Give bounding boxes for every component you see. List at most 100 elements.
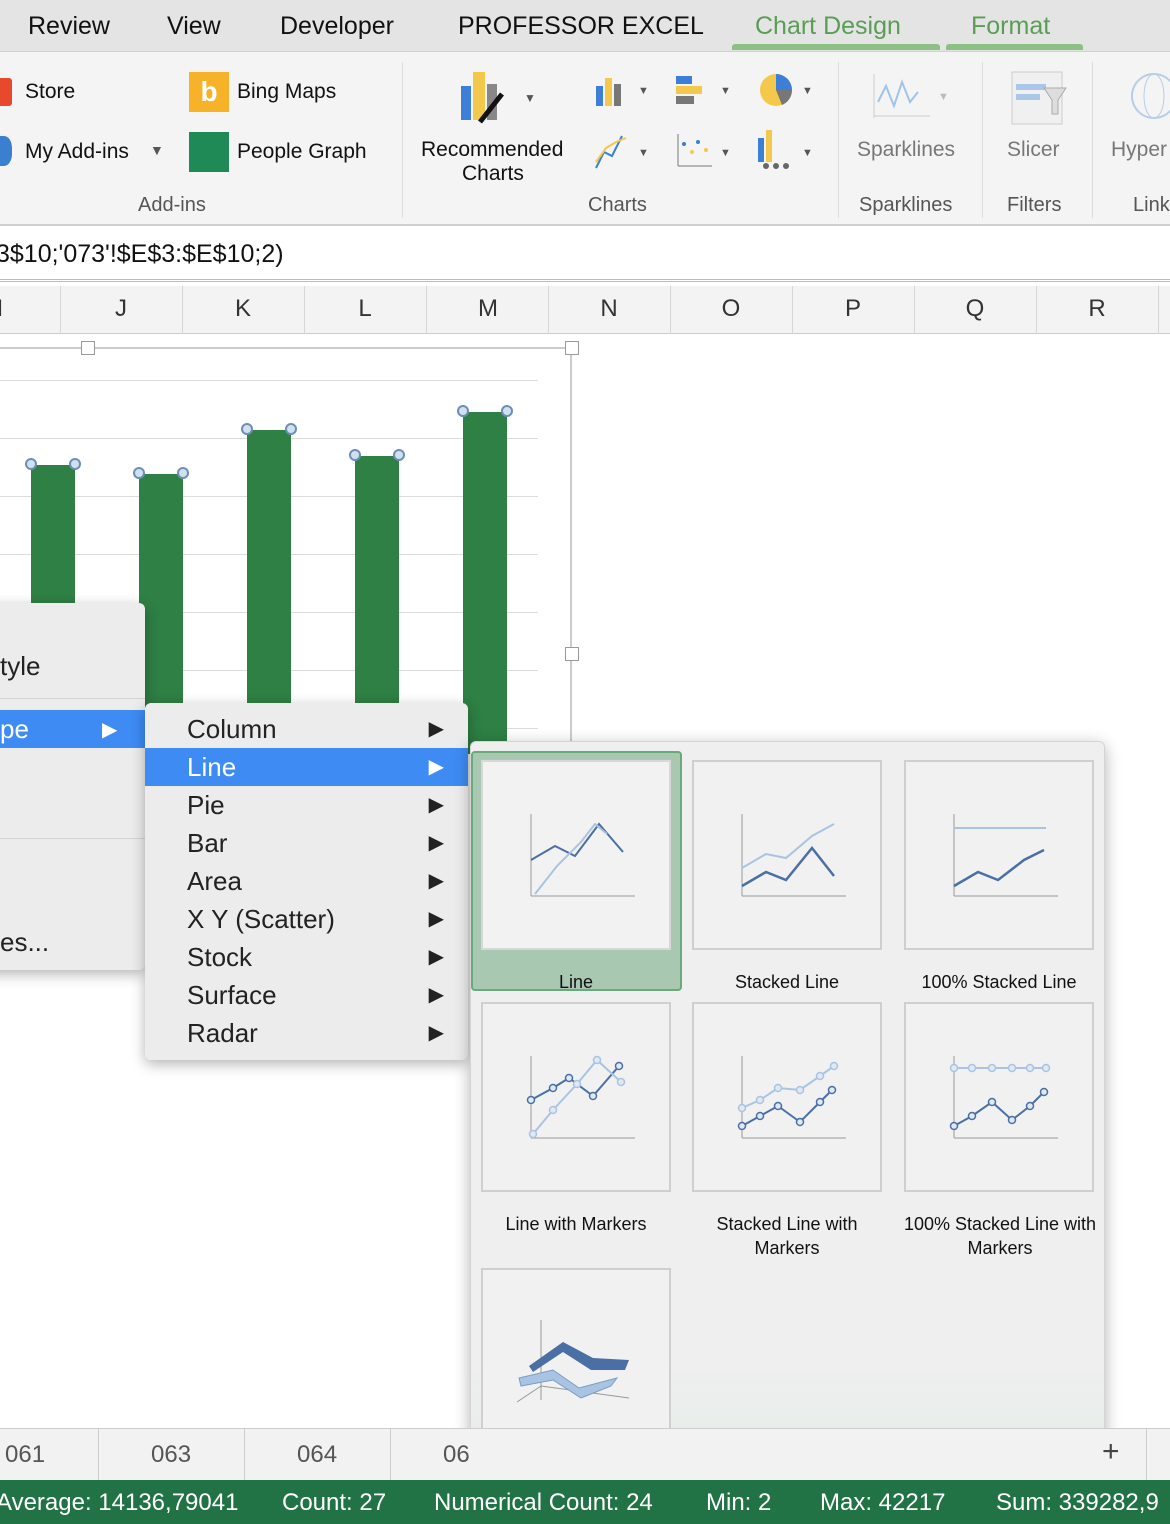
submenu-arrow-icon: ▶ <box>428 718 444 740</box>
divider <box>838 62 839 218</box>
submenu-arrow-icon: ▶ <box>102 719 118 741</box>
column-header-m[interactable]: M <box>427 295 549 323</box>
chart-type-submenu: Column ▶ Line ▶ Pie ▶ Bar ▶ Area ▶ X Y (Scatter) ▶ S… <box>145 703 468 1060</box>
gallery-item-label: Line <box>558 972 594 992</box>
gallery-item-line[interactable] <box>481 760 671 950</box>
submenu-item-x-y-scatter-[interactable]: X Y (Scatter) ▶ <box>145 900 468 938</box>
selection-handle[interactable] <box>133 467 145 479</box>
column-header-n[interactable]: N <box>548 295 670 323</box>
selection-handle[interactable] <box>177 467 189 479</box>
submenu-item-label: Pie <box>187 790 225 820</box>
column-header-q[interactable]: Q <box>914 295 1036 323</box>
column-header-i[interactable]: I <box>0 295 61 323</box>
recommended-charts-icon[interactable]: ▼ <box>458 70 538 130</box>
sparklines-button[interactable]: Sparklines <box>857 138 955 162</box>
sparklines-group-label: Sparklines <box>859 194 953 216</box>
menu-item-change-style[interactable]: tyle <box>0 651 40 682</box>
chart-design-indicator <box>732 44 940 50</box>
context-menu: tyle pe ▶ es... <box>0 603 145 970</box>
my-add-ins-button[interactable]: My Add-ins <box>25 140 129 164</box>
gallery-item-100-stacked-line-with-markers[interactable] <box>904 1002 1094 1192</box>
divider <box>402 62 403 218</box>
add-sheet-button[interactable]: + <box>1102 1435 1120 1469</box>
store-icon <box>0 78 12 106</box>
recommended-charts-label-1[interactable]: Recommended <box>421 138 563 162</box>
svg-text:▼: ▼ <box>638 147 649 159</box>
sparklines-icon[interactable]: ▼ <box>870 72 950 122</box>
column-header-o[interactable]: O <box>670 295 792 323</box>
selection-handle[interactable] <box>349 449 361 461</box>
submenu-item-label: Radar <box>187 1018 258 1048</box>
selection-handle[interactable] <box>69 458 81 470</box>
column-header-l[interactable]: L <box>304 295 426 323</box>
chevron-down-icon[interactable]: ▼ <box>150 142 164 158</box>
submenu-item-bar[interactable]: Bar ▶ <box>145 824 468 862</box>
bing-maps-button[interactable]: Bing Maps <box>237 80 336 104</box>
sheet-tab-064[interactable]: 064 <box>297 1441 337 1469</box>
hyperlink-icon[interactable] <box>1130 70 1170 130</box>
submenu-item-column[interactable]: Column ▶ <box>145 710 468 748</box>
tab-view[interactable]: View <box>167 12 221 41</box>
100-stacked-line-chart-icon <box>953 814 1058 897</box>
menu-item-change-chart-type[interactable]: pe ▶ <box>0 710 145 748</box>
status-average: Average: 14136,79041 <box>0 1489 239 1516</box>
people-graph-button[interactable]: People Graph <box>237 140 367 164</box>
sheet-tab-063[interactable]: 063 <box>151 1441 191 1469</box>
line-with-markers-chart-icon <box>526 1055 635 1139</box>
recommended-charts-label-2[interactable]: Charts <box>462 162 524 186</box>
tab-chart-design[interactable]: Chart Design <box>755 12 901 41</box>
ribbon: Store My Add-ins ▼ b Bing Maps People Gr… <box>0 52 1170 226</box>
submenu-item-radar[interactable]: Radar ▶ <box>145 1014 468 1052</box>
svg-text:▼: ▼ <box>802 85 813 97</box>
sheet-tab-06x[interactable]: 06 <box>443 1441 470 1469</box>
svg-text:▼: ▼ <box>638 85 649 97</box>
selection-handle[interactable] <box>285 423 297 435</box>
selection-handle[interactable] <box>393 449 405 461</box>
column-header-k[interactable]: K <box>182 295 304 323</box>
selection-handle[interactable] <box>501 405 513 417</box>
chart-type-icons: ▼ ▼ ▼ ▼ ▼ ▼ <box>595 74 813 169</box>
tab-developer[interactable]: Developer <box>280 12 394 41</box>
menu-item-select-data[interactable]: es... <box>0 927 49 958</box>
tab-format[interactable]: Format <box>971 12 1050 41</box>
hyperlink-button[interactable]: Hyper <box>1111 138 1167 162</box>
formula-text[interactable]: 3$10;'073'!$E$3:$E$10;2) <box>0 240 284 269</box>
submenu-item-surface[interactable]: Surface ▶ <box>145 976 468 1014</box>
tab-review[interactable]: Review <box>28 12 110 41</box>
column-chart-icon: ▼ <box>596 78 649 106</box>
pie-chart-icon: ▼ <box>760 74 813 106</box>
gallery-item-100-stacked-line[interactable] <box>904 760 1094 950</box>
gallery-item-stacked-line[interactable] <box>692 760 882 950</box>
100-stacked-line-with-markers-chart-icon <box>949 1056 1058 1139</box>
tab-professor-excel[interactable]: PROFESSOR EXCEL <box>458 12 704 41</box>
column-header-r[interactable]: R <box>1036 295 1158 323</box>
chart-bar[interactable] <box>463 412 507 754</box>
gallery-item-stacked-line-with-markers[interactable] <box>692 1002 882 1192</box>
divider <box>1092 62 1093 218</box>
links-group-label: Link <box>1133 194 1170 216</box>
menu-item-label: pe <box>0 714 29 744</box>
slicer-button[interactable]: Slicer <box>1007 138 1060 162</box>
gallery-item-line-with-markers[interactable] <box>481 1002 671 1192</box>
selection-handle[interactable] <box>25 458 37 470</box>
submenu-item-line[interactable]: Line ▶ <box>145 748 468 786</box>
slicer-icon[interactable] <box>1010 70 1070 126</box>
sheet-tab-061[interactable]: 061 <box>5 1441 45 1469</box>
store-button[interactable]: Store <box>25 80 75 104</box>
column-header-j[interactable]: J <box>60 295 182 323</box>
selection-handle[interactable] <box>457 405 469 417</box>
submenu-item-label: Stock <box>187 942 253 972</box>
resize-handle[interactable] <box>565 341 579 355</box>
submenu-item-label: Column <box>187 714 277 744</box>
stacked-line-chart-icon <box>741 814 846 897</box>
submenu-item-pie[interactable]: Pie ▶ <box>145 786 468 824</box>
selection-handle[interactable] <box>241 423 253 435</box>
status-numerical-count: Numerical Count: 24 <box>434 1489 653 1516</box>
resize-handle[interactable] <box>565 647 579 661</box>
column-header-p[interactable]: P <box>792 295 914 323</box>
gallery-item-label: 100% Stacked Line <box>921 972 1077 992</box>
submenu-arrow-icon: ▶ <box>428 984 444 1006</box>
formula-bar[interactable]: 3$10;'073'!$E$3:$E$10;2) <box>0 228 1170 282</box>
submenu-item-stock[interactable]: Stock ▶ <box>145 938 468 976</box>
submenu-item-area[interactable]: Area ▶ <box>145 862 468 900</box>
